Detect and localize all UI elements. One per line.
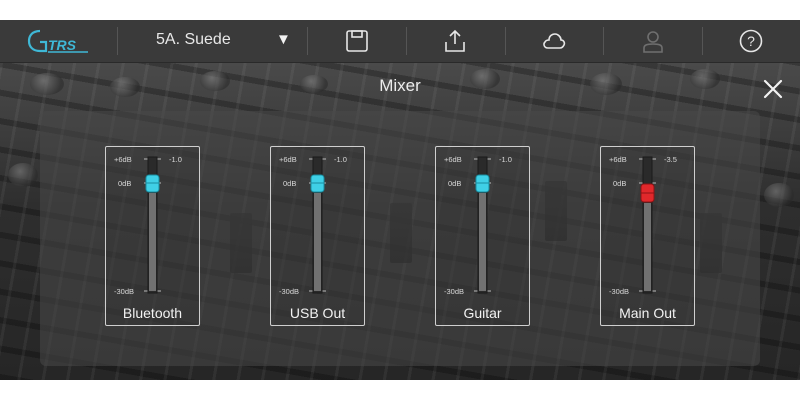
top-toolbar: TRS 5A. Suede ▼ ? [0, 20, 800, 63]
share-icon[interactable] [442, 28, 468, 54]
bottom-level-label: -30dB [609, 287, 629, 296]
svg-text:TRS: TRS [48, 37, 77, 53]
channel-label: Main Out [619, 305, 676, 321]
zero-level-label: 0dB [118, 179, 131, 188]
bottom-level-label: -30dB [279, 287, 299, 296]
zero-level-label: 0dB [448, 179, 461, 188]
gtrs-logo[interactable]: TRS [26, 26, 92, 56]
channel-label: USB Out [289, 305, 346, 321]
fader-value: -1.0 [169, 155, 182, 164]
channel-strip-main-out: +6dB -3.5 0dB -30dB Main Out [600, 146, 695, 326]
toolbar-separator [117, 27, 118, 55]
save-icon[interactable] [344, 28, 370, 54]
toolbar-separator [307, 27, 308, 55]
top-level-label: +6dB [444, 155, 462, 164]
toolbar-separator [702, 27, 703, 55]
zero-level-label: 0dB [613, 179, 626, 188]
fader-value: -1.0 [334, 155, 347, 164]
mixer-title: Mixer [379, 76, 421, 95]
svg-text:?: ? [747, 33, 755, 49]
channel-strip-bluetooth: +6dB -1.0 0dB -30dB Bluetooth [105, 146, 200, 326]
cloud-icon[interactable] [541, 28, 567, 54]
bottom-level-label: -30dB [114, 287, 134, 296]
channel-strip-usb-out: +6dB -1.0 0dB -30dB USB Out [270, 146, 365, 326]
background-knob [764, 183, 794, 207]
toolbar-separator [505, 27, 506, 55]
toolbar-separator [603, 27, 604, 55]
top-level-label: +6dB [114, 155, 132, 164]
background-knob [8, 163, 38, 187]
top-level-label: +6dB [279, 155, 297, 164]
fader-value: -3.5 [664, 155, 677, 164]
bottom-level-label: -30dB [444, 287, 464, 296]
bottom-strip [0, 380, 800, 400]
top-level-label: +6dB [609, 155, 627, 164]
channel-label: Bluetooth [122, 305, 183, 321]
zero-level-label: 0dB [283, 179, 296, 188]
preset-dropdown-icon[interactable]: ▼ [276, 31, 291, 48]
preset-name[interactable]: 5A. Suede [156, 31, 231, 49]
close-icon[interactable] [760, 76, 786, 102]
toolbar-separator [406, 27, 407, 55]
channel-strip-guitar: +6dB -1.0 0dB -30dB Guitar [435, 146, 530, 326]
fader-value: -1.0 [499, 155, 512, 164]
help-icon[interactable]: ? [738, 28, 764, 54]
channel-label: Guitar [463, 305, 502, 321]
user-icon[interactable] [640, 28, 666, 54]
